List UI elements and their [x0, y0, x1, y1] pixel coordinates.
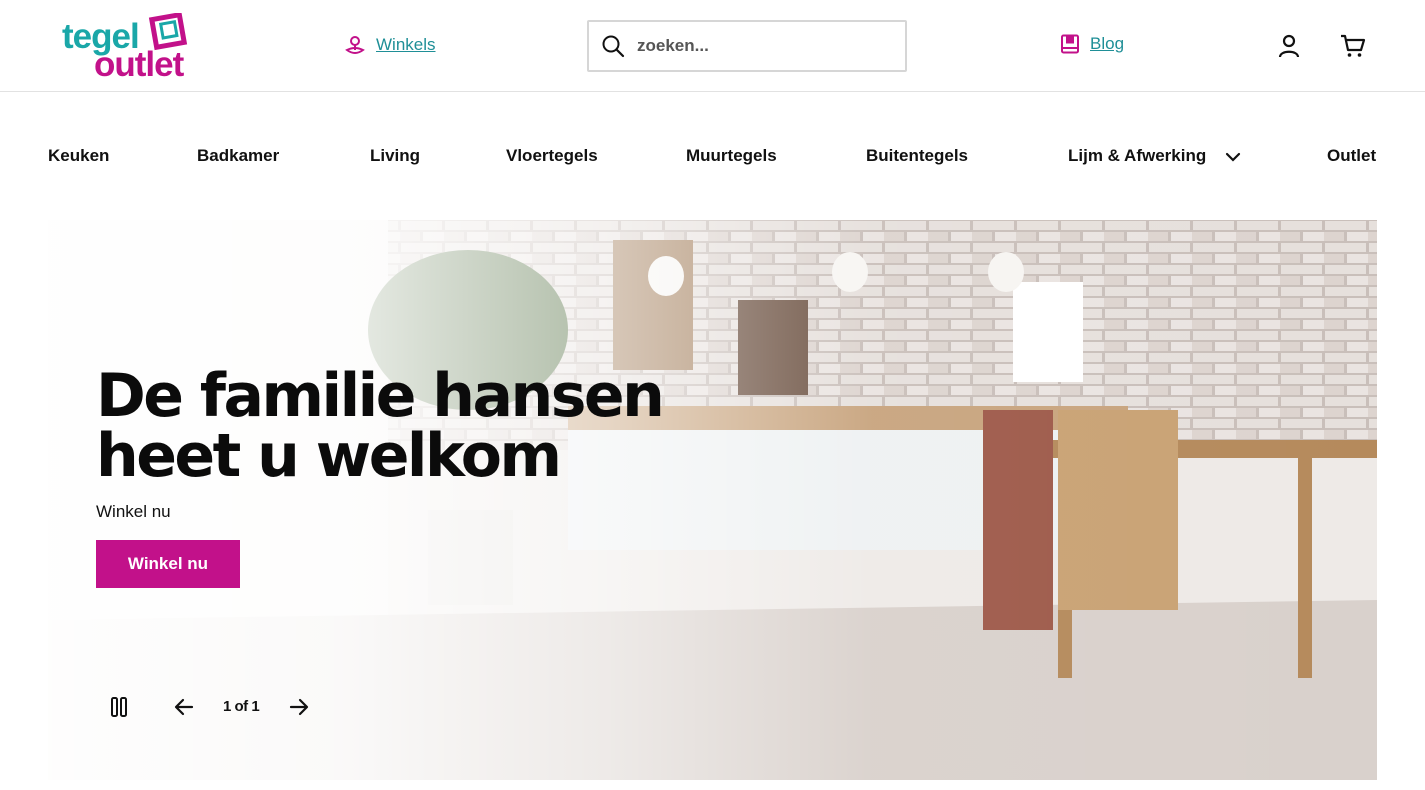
logo[interactable]: tegel outlet: [62, 13, 192, 84]
stores-link[interactable]: Winkels: [344, 34, 436, 56]
main-nav: Keuken Badkamer Living Vloertegels Muurt…: [0, 92, 1425, 220]
nav-item-buitentegels[interactable]: Buitentegels: [866, 146, 968, 166]
shop-now-button[interactable]: Winkel nu: [96, 540, 240, 588]
hero-overlay: [48, 220, 1377, 780]
pause-button[interactable]: [110, 696, 128, 723]
search-bar[interactable]: [587, 20, 907, 72]
cart-icon: [1341, 34, 1366, 57]
nav-item-muurtegels[interactable]: Muurtegels: [686, 146, 777, 166]
logo-tile-icon: [148, 13, 188, 51]
blog-link-label: Blog: [1090, 34, 1125, 53]
nav-item-lijm-afwerking-label: Lijm & Afwerking: [1068, 146, 1207, 165]
stores-link-label: Winkels: [376, 35, 436, 54]
prev-slide-button[interactable]: [173, 696, 195, 723]
hero-subtitle: Winkel nu: [96, 502, 171, 521]
blog-link[interactable]: Blog: [1060, 34, 1124, 54]
search-input[interactable]: [637, 36, 887, 56]
nav-item-keuken[interactable]: Keuken: [48, 146, 109, 166]
nav-item-outlet[interactable]: Outlet: [1327, 146, 1376, 166]
cart-button[interactable]: [1340, 33, 1366, 64]
chevron-down-icon: [1225, 152, 1241, 162]
arrow-right-icon: [289, 698, 309, 716]
blog-book-icon: [1061, 34, 1079, 54]
nav-item-badkamer[interactable]: Badkamer: [197, 146, 279, 166]
hero-title: De familie hansen heet u welkom: [96, 361, 665, 491]
slide-counter: 1 of 1: [223, 698, 260, 715]
user-icon: [1278, 34, 1300, 58]
nav-item-lijm-afwerking[interactable]: Lijm & Afwerking: [1068, 146, 1241, 166]
pause-icon: [111, 697, 127, 717]
store-pin-icon: [345, 36, 365, 54]
nav-item-living[interactable]: Living: [370, 146, 420, 166]
account-button[interactable]: [1276, 33, 1302, 64]
hero-banner: De familie hansen heet u welkom Winkel n…: [48, 220, 1377, 780]
search-icon: [602, 35, 625, 58]
arrow-left-icon: [174, 698, 194, 716]
next-slide-button[interactable]: [288, 696, 310, 723]
nav-item-vloertegels[interactable]: Vloertegels: [506, 146, 598, 166]
site-header: tegel outlet Winkels Blog: [0, 0, 1425, 92]
